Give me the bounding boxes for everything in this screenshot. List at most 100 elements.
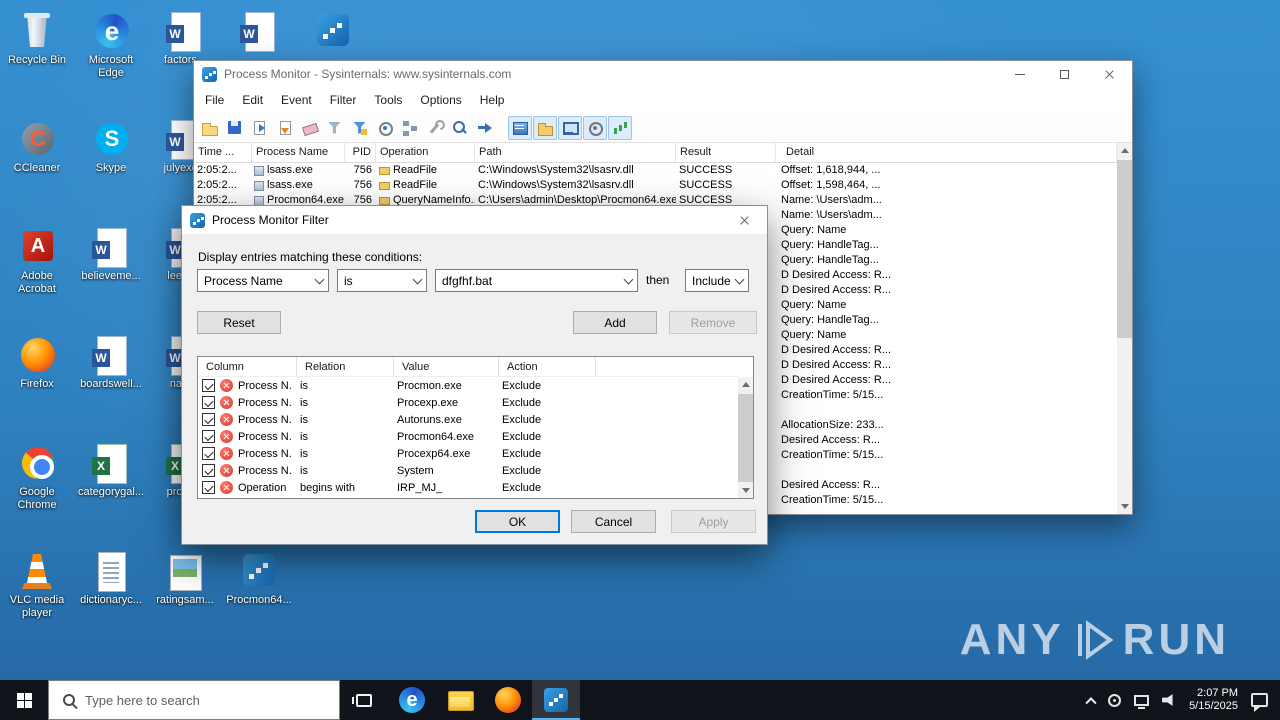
taskbar-procmon-button[interactable] — [532, 680, 580, 720]
add-button[interactable]: Add — [573, 311, 657, 334]
dialog-close-button[interactable] — [722, 206, 767, 234]
task-view-button[interactable] — [340, 680, 388, 720]
desktop-icon[interactable]: boardswell... — [74, 328, 148, 436]
remove-button[interactable]: Remove — [669, 311, 757, 334]
rules-scrollbar[interactable] — [738, 377, 753, 498]
clear-icon[interactable] — [298, 116, 322, 140]
highlight-icon[interactable] — [348, 116, 372, 140]
desktop-icon[interactable]: Procmon64... — [222, 544, 296, 652]
column-header[interactable]: Detail — [776, 143, 1117, 162]
scroll-down-button[interactable] — [738, 483, 753, 498]
desktop-icon[interactable]: Microsoft Edge — [74, 4, 148, 112]
window-titlebar[interactable]: Process Monitor - Sysinternals: www.sysi… — [194, 61, 1132, 87]
network-filter-icon[interactable] — [558, 115, 582, 140]
menu-item[interactable]: Filter — [321, 87, 366, 113]
desktop-icon[interactable]: Recycle Bin — [0, 4, 74, 112]
taskbar-search[interactable] — [48, 680, 340, 720]
include-process-icon[interactable] — [373, 116, 397, 140]
close-button[interactable] — [1087, 61, 1132, 87]
column-header[interactable]: PID — [345, 143, 376, 162]
rule-checkbox[interactable] — [202, 396, 215, 409]
scroll-up-button[interactable] — [1117, 143, 1132, 158]
filter-rule-row[interactable]: Operation begins with IRP_MJ_ Exclude — [198, 479, 738, 496]
network-icon[interactable] — [1134, 694, 1150, 709]
scrollbar-thumb[interactable] — [738, 394, 753, 482]
rule-checkbox[interactable] — [202, 379, 215, 392]
taskbar-file-explorer-button[interactable] — [436, 680, 484, 720]
list-column-header[interactable]: Action — [499, 357, 596, 376]
desktop-icon[interactable]: CCleaner — [0, 112, 74, 220]
list-column-header[interactable]: Column — [198, 357, 297, 376]
capture-icon[interactable] — [248, 116, 272, 140]
search-input[interactable] — [85, 692, 339, 708]
rule-checkbox[interactable] — [202, 464, 215, 477]
action-select[interactable]: Include — [685, 269, 749, 292]
save-icon[interactable] — [223, 116, 247, 140]
ok-button[interactable]: OK — [475, 510, 560, 533]
event-row[interactable]: 2:05:2... lsass.exe 756 ReadFile C:\Wind… — [194, 163, 1117, 178]
filter-rule-row[interactable]: Process N... is System Exclude — [198, 462, 738, 479]
scroll-up-button[interactable] — [738, 377, 753, 392]
filter-rule-row[interactable]: Process N... is Procexp.exe Exclude — [198, 394, 738, 411]
vertical-scrollbar[interactable] — [1117, 143, 1132, 514]
desktop-icon[interactable]: Adobe Acrobat — [0, 220, 74, 328]
reset-button[interactable]: Reset — [197, 311, 281, 334]
tray-status-icon[interactable] — [1108, 693, 1122, 707]
dialog-titlebar[interactable]: Process Monitor Filter — [182, 206, 767, 234]
open-icon[interactable] — [198, 116, 222, 140]
rule-checkbox[interactable] — [202, 447, 215, 460]
list-column-header[interactable]: Relation — [297, 357, 394, 376]
column-header[interactable]: Result — [676, 143, 776, 162]
process-tree-icon[interactable] — [398, 116, 422, 140]
find-icon[interactable] — [448, 116, 472, 140]
scrollbar-thumb[interactable] — [1117, 160, 1132, 338]
wrench-icon[interactable] — [423, 116, 447, 140]
taskbar-edge-button[interactable] — [388, 680, 436, 720]
menu-item[interactable]: Options — [411, 87, 470, 113]
desktop-icon[interactable]: Google Chrome — [0, 436, 74, 544]
desktop-icon[interactable]: Firefox — [0, 328, 74, 436]
volume-icon[interactable] — [1162, 694, 1173, 706]
menu-item[interactable]: Edit — [233, 87, 272, 113]
minimize-button[interactable] — [997, 61, 1042, 87]
start-button[interactable] — [0, 680, 48, 720]
list-column-header[interactable]: Value — [394, 357, 499, 376]
apply-button[interactable]: Apply — [671, 510, 756, 533]
action-center-icon[interactable] — [1251, 693, 1268, 712]
autoscroll-icon[interactable] — [273, 116, 297, 140]
taskbar-clock[interactable]: 2:07 PM 5/15/2025 — [1189, 687, 1238, 713]
relation-select[interactable]: is — [337, 269, 427, 292]
menu-item[interactable]: File — [196, 87, 233, 113]
desktop-icon[interactable]: dictionaryc... — [74, 544, 148, 652]
scroll-down-button[interactable] — [1117, 499, 1132, 514]
event-row[interactable]: 2:05:2... lsass.exe 756 ReadFile C:\Wind… — [194, 178, 1117, 193]
desktop-icon[interactable]: VLC media player — [0, 544, 74, 652]
desktop-icon[interactable]: categorygal... — [74, 436, 148, 544]
hidden-icons-chevron-icon[interactable] — [1085, 697, 1097, 709]
desktop-icon[interactable]: Skype — [74, 112, 148, 220]
filter-rule-row[interactable]: Process N... is Autoruns.exe Exclude — [198, 411, 738, 428]
filter-rule-row[interactable]: Process N... is Procmon.exe Exclude — [198, 377, 738, 394]
rule-checkbox[interactable] — [202, 430, 215, 443]
profiling-filter-icon[interactable] — [608, 115, 632, 140]
rule-checkbox[interactable] — [202, 413, 215, 426]
menu-item[interactable]: Help — [471, 87, 514, 113]
column-header[interactable]: Operation — [376, 143, 475, 162]
rule-checkbox[interactable] — [202, 481, 215, 494]
column-header[interactable]: Process Name — [252, 143, 345, 162]
menu-item[interactable]: Event — [272, 87, 321, 113]
column-header[interactable]: Time ... — [194, 143, 252, 162]
desktop-icon[interactable]: ratingsam... — [148, 544, 222, 652]
value-combobox[interactable]: dfgfhf.bat — [435, 269, 638, 292]
desktop-icon[interactable]: believeme... — [74, 220, 148, 328]
maximize-button[interactable] — [1042, 61, 1087, 87]
filesystem-filter-icon[interactable] — [533, 115, 557, 140]
column-header[interactable]: Path — [475, 143, 676, 162]
registry-filter-icon[interactable] — [508, 115, 532, 140]
taskbar-firefox-button[interactable] — [484, 680, 532, 720]
filter-rule-row[interactable]: Process N... is Procexp64.exe Exclude — [198, 445, 738, 462]
filter-icon[interactable] — [323, 116, 347, 140]
jump-icon[interactable] — [473, 116, 497, 140]
cancel-button[interactable]: Cancel — [571, 510, 656, 533]
column-select[interactable]: Process Name — [197, 269, 329, 292]
